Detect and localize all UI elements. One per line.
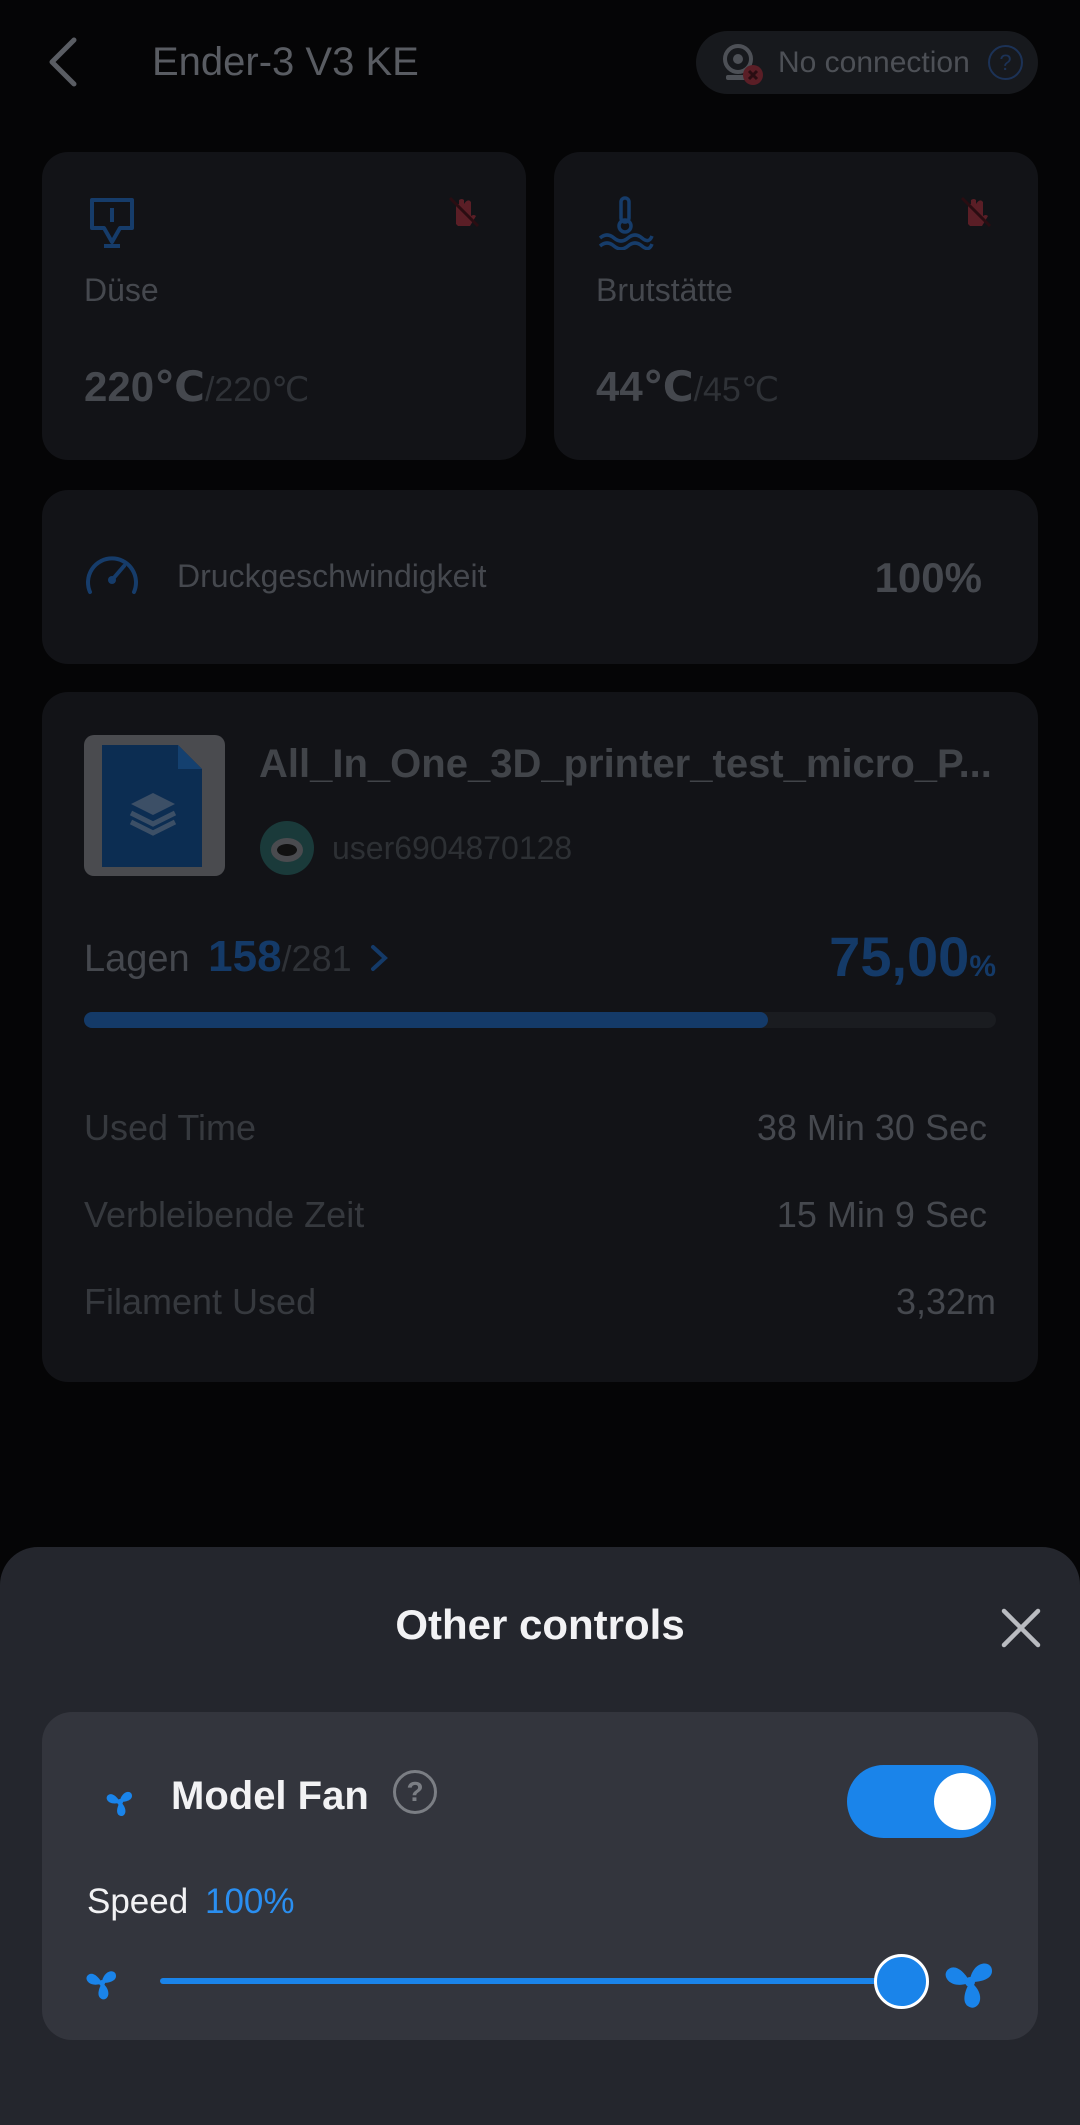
print-job-card: All_In_One_3D_printer_test_micro_P... us… [42,692,1038,1382]
fan-low-icon [86,1971,116,2000]
fan-name: Model Fan [171,1774,369,1818]
bed-temp-card[interactable]: Brutstätte 44℃/45℃ [554,152,1038,460]
bed-current-temp: 44℃ [596,363,694,410]
remaining-time-value: 15 Min 9 Sec [776,1194,987,1235]
used-time-label: Used Time [84,1107,257,1148]
fan-high-icon [945,1963,992,2008]
nozzle-temp-card[interactable]: Düse 220℃/220℃ [42,152,526,460]
toggle-knob [934,1773,991,1830]
progress-bar-track [84,1012,996,1028]
progress-percent: 75,00% [829,924,996,989]
nozzle-current-temp: 220℃ [84,363,205,410]
connection-help-icon[interactable]: ? [988,45,1023,80]
file-thumbnail[interactable] [84,735,225,876]
bed-heat-icon [598,196,654,250]
user-avatar [260,821,314,875]
progress-value: 75,00 [829,925,970,988]
fan-speed-label: Speed [87,1882,189,1921]
connection-status-text: No connection [778,46,970,79]
file-layers-icon [102,745,202,867]
chevron-right-icon [371,945,389,971]
layers-label: Lagen [84,938,190,980]
print-speed-label: Druckgeschwindigkeit [177,558,487,594]
nozzle-icon [90,198,134,248]
fan-speed-slider-track[interactable] [160,1978,903,1984]
printer-title: Ender-3 V3 KE [152,40,419,84]
used-time-value: 38 Min 30 Sec [756,1107,987,1148]
bed-target-temp: /45℃ [693,371,780,409]
sheet-title: Other controls [395,1601,685,1648]
printer-detail-page: Ender-3 V3 KE No connection ? Düse 220℃/… [0,0,1080,1547]
heating-disabled-icon [960,196,992,228]
user-name: user6904870128 [332,830,573,866]
print-speed-card[interactable]: Druckgeschwindigkeit 100% [42,490,1038,664]
progress-unit: % [969,950,996,983]
back-arrow-icon[interactable] [40,34,90,90]
bed-temp-readout: 44℃/45℃ [596,362,779,411]
fan-help-icon[interactable]: ? [393,1770,437,1814]
fan-speed-value: 100% [205,1882,295,1921]
fan-icon [106,1791,132,1817]
other-controls-sheet: Other controls Model Fan ? Speed 100% [0,1547,1080,2125]
nozzle-target-temp: /220℃ [204,371,310,409]
fan-toggle[interactable] [847,1765,996,1838]
filament-used-label: Filament Used [84,1281,317,1322]
bed-label: Brutstätte [596,272,733,308]
layer-total: /281 [281,938,352,979]
filament-used-value: 3,32m [895,1281,996,1322]
model-fan-card: Model Fan ? Speed 100% [42,1712,1038,2040]
speedometer-icon [86,556,138,594]
fan-speed-slider-thumb[interactable] [874,1954,929,2009]
layer-current: 158 [208,932,282,981]
file-name: All_In_One_3D_printer_test_micro_P... [259,742,992,786]
remaining-time-label: Verbleibende Zeit [84,1194,365,1235]
nozzle-temp-readout: 220℃/220℃ [84,362,309,411]
nozzle-label: Düse [84,272,159,308]
heating-disabled-icon [448,196,480,228]
connection-status-pill[interactable]: No connection ? [696,31,1038,94]
progress-bar-fill [84,1012,768,1028]
print-speed-value: 100% [874,554,982,601]
layers-row[interactable]: Lagen 158/281 [84,932,390,982]
camera-offline-icon [723,44,763,85]
close-icon[interactable] [996,1603,1046,1653]
